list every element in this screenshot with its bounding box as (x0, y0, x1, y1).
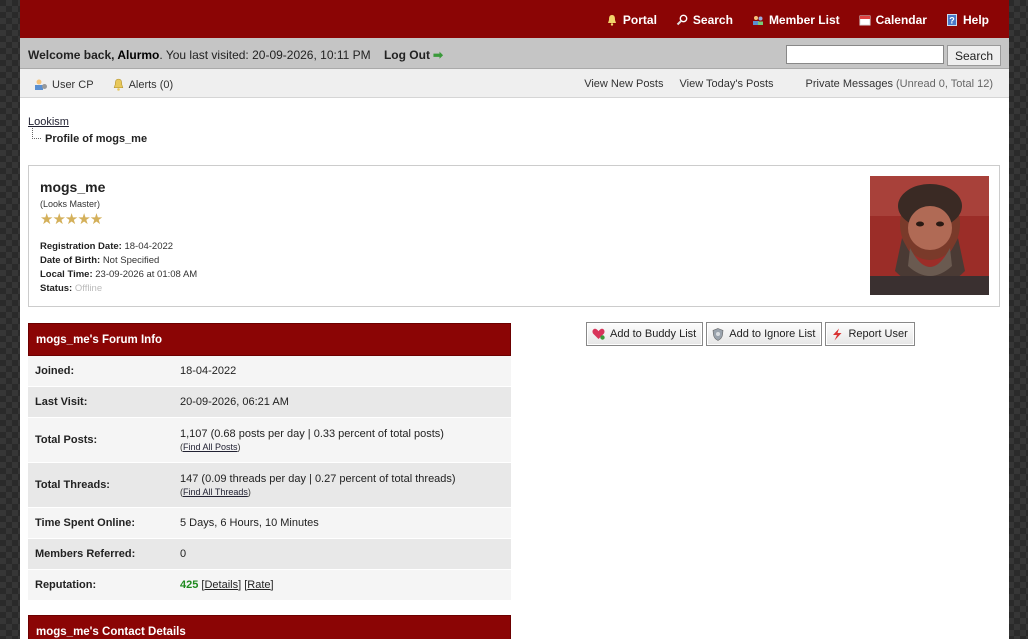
breadcrumb-home-link[interactable]: Lookism (28, 116, 69, 128)
add-to-ignore-list-button[interactable]: Add to Ignore List (706, 322, 823, 346)
forum-info-heading: mogs_me's Forum Info (28, 323, 511, 356)
welcome-text: Welcome back, Alurmo. You last visited: … (28, 48, 444, 62)
reputation-rate-link[interactable]: Rate (247, 579, 270, 591)
nav-search[interactable]: Search (676, 13, 733, 27)
profile-username: mogs_me (40, 179, 106, 195)
view-new-posts-link[interactable]: View New Posts (584, 78, 663, 90)
bell-icon (113, 78, 123, 91)
table-row: Time Spent Online: 5 Days, 6 Hours, 10 M… (28, 508, 511, 539)
arrow-right-icon: ➡ (432, 48, 444, 62)
page-wrapper: Portal Search Member List Calendar ? Hel… (20, 0, 1009, 639)
heart-icon (592, 328, 605, 340)
profile-actions: Add to Buddy List Add to Ignore List Rep… (586, 322, 915, 346)
svg-text:?: ? (949, 16, 955, 26)
nav-portal[interactable]: Portal (606, 13, 657, 27)
avatar-image (870, 176, 989, 295)
user-bar: User CP Alerts (0) View New Posts View T… (20, 69, 1009, 98)
profile-info: Registration Date: 18-04-2022 Date of Bi… (40, 241, 198, 294)
local-time: 23-09-2026 at 01:08 AM (95, 269, 198, 280)
top-nav: Portal Search Member List Calendar ? Hel… (587, 13, 989, 27)
contact-details-heading: mogs_me's Contact Details (28, 615, 511, 639)
table-row: Joined: 18-04-2022 (28, 356, 511, 387)
alerts-link[interactable]: Alerts (0) (112, 78, 173, 91)
reputation-value: 425 (180, 579, 199, 591)
forum-info-table: mogs_me's Forum Info Joined: 18-04-2022 … (28, 323, 511, 601)
find-all-posts-link[interactable]: Find All Posts (183, 442, 238, 452)
avatar (870, 176, 989, 295)
member-list-icon (752, 16, 763, 25)
private-messages-link[interactable]: Private Messages (Unread 0, Total 12) (790, 78, 993, 90)
logout-link[interactable]: Log Out ➡ (384, 48, 443, 62)
profile-summary: mogs_me (Looks Master) ★★★★★ Registratio… (28, 165, 1000, 307)
lightning-icon (833, 328, 842, 340)
user-cp-icon (35, 79, 47, 90)
rank-stars: ★★★★★ (40, 211, 103, 228)
tree-line (32, 128, 41, 139)
help-icon: ? (946, 14, 957, 26)
registration-date: 18-04-2022 (124, 241, 174, 252)
portal-icon (607, 15, 616, 26)
nav-calendar[interactable]: Calendar (859, 13, 927, 27)
status-badge: Offline (74, 283, 103, 294)
breadcrumb-current: Profile of mogs_me (45, 133, 148, 145)
table-row: Last Visit: 20-09-2026, 06:21 AM (28, 387, 511, 418)
find-all-threads-link[interactable]: Find All Threads (183, 487, 248, 497)
header-bar: Portal Search Member List Calendar ? Hel… (20, 0, 1009, 38)
date-of-birth: Not Specified (102, 255, 160, 266)
search-input[interactable] (786, 45, 944, 64)
user-cp-link[interactable]: User CP (34, 78, 94, 91)
table-row: Reputation: 425 [Details] [Rate] (28, 570, 511, 601)
table-row: Members Referred: 0 (28, 539, 511, 570)
report-user-button[interactable]: Report User (825, 322, 915, 346)
view-todays-posts-link[interactable]: View Today's Posts (680, 78, 774, 90)
add-to-buddy-list-button[interactable]: Add to Buddy List (586, 322, 704, 346)
search-icon (676, 14, 688, 26)
shield-icon (712, 327, 724, 341)
nav-member-list[interactable]: Member List (752, 13, 840, 27)
breadcrumb: Lookism Profile of mogs_me (28, 116, 147, 145)
contact-details-table: mogs_me's Contact Details (28, 615, 511, 639)
calendar-icon (859, 15, 871, 26)
nav-help[interactable]: ? Help (946, 13, 989, 27)
profile-user-title: (Looks Master) (40, 199, 101, 209)
reputation-details-link[interactable]: Details (204, 579, 238, 591)
table-row: Total Threads: 147 (0.09 threads per day… (28, 463, 511, 508)
table-row: Total Posts: 1,107 (0.68 posts per day |… (28, 418, 511, 463)
search-button[interactable]: Search (947, 45, 1001, 66)
welcome-username[interactable]: Alurmo (117, 48, 159, 62)
